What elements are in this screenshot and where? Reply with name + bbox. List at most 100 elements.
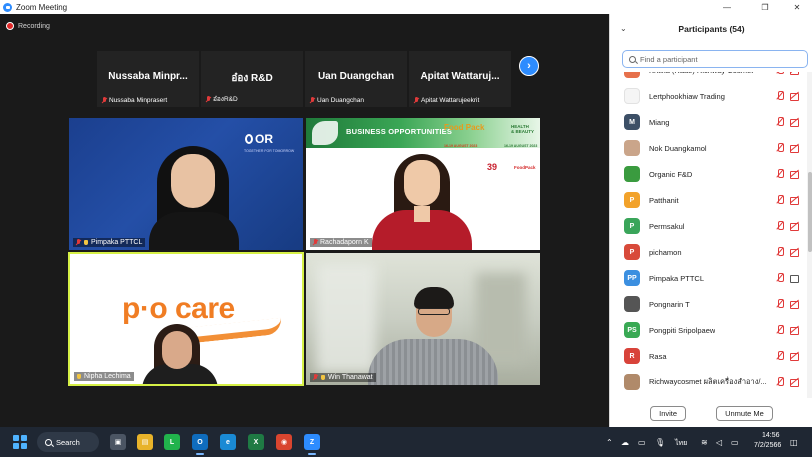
taskbar-app-task-view-icon[interactable]: ▣ xyxy=(110,434,126,450)
strip-display-name: Uan Duangchan xyxy=(317,71,395,82)
strip-tile[interactable]: Nussaba Minpr... Nussaba Minprasert xyxy=(97,51,199,107)
taskbar-search[interactable]: Search xyxy=(37,432,99,452)
microphone-icon[interactable]: 🎙 xyxy=(655,438,665,447)
strip-tile[interactable]: Uan Duangchan Uan Duangchan xyxy=(305,51,407,107)
participant-row[interactable]: M Miang xyxy=(610,110,807,134)
invite-button[interactable]: Invite xyxy=(650,405,687,421)
maximize-button[interactable]: ❐ xyxy=(750,0,780,14)
participant-row[interactable]: Pongnarin T xyxy=(610,292,807,316)
taskbar-app-excel-icon[interactable]: X xyxy=(248,434,264,450)
video-tile[interactable]: Win Thanawat xyxy=(306,253,540,385)
participant-row[interactable]: PP Pimpaka PTTCL xyxy=(610,266,807,290)
avatar: P xyxy=(624,192,640,208)
participant-row[interactable]: Ppichamon xyxy=(610,240,807,264)
battery-icon[interactable]: ▭ xyxy=(731,438,739,447)
participant-search[interactable] xyxy=(622,50,808,68)
camera-off-icon[interactable] xyxy=(790,248,800,257)
camera-off-icon[interactable] xyxy=(790,326,800,335)
search-input[interactable] xyxy=(640,54,800,64)
participant-video xyxy=(149,126,239,250)
taskbar-app-line-icon[interactable]: L xyxy=(164,434,180,450)
mic-muted-icon[interactable] xyxy=(775,325,784,335)
camera-off-icon[interactable] xyxy=(790,352,800,361)
windows-start-icon[interactable] xyxy=(13,435,27,449)
mic-muted-icon[interactable] xyxy=(775,169,784,179)
volume-icon[interactable]: ◁ xyxy=(716,438,722,447)
mic-muted-icon[interactable] xyxy=(775,351,784,361)
recording-indicator[interactable]: Recording xyxy=(6,22,50,30)
mic-muted-icon[interactable] xyxy=(775,221,784,231)
mic-muted-icon xyxy=(205,95,211,103)
cloud-icon[interactable]: ☁ xyxy=(621,438,629,447)
participant-row[interactable]: P Patthanit xyxy=(610,188,807,212)
participant-row[interactable]: Kritika (Raae) Richway Cosmet xyxy=(610,72,807,82)
notification-icon[interactable]: ◫ xyxy=(790,438,798,447)
participant-name: Rasa xyxy=(649,351,667,361)
avatar xyxy=(624,374,640,390)
camera-on-icon[interactable] xyxy=(790,274,800,283)
clock-date[interactable]: 7/2/2566 xyxy=(754,442,781,449)
taskbar-app-chrome-icon[interactable]: ◉ xyxy=(276,434,292,450)
close-button[interactable]: ✕ xyxy=(782,0,812,14)
next-page-button[interactable]: › xyxy=(519,56,539,76)
camera-off-icon[interactable] xyxy=(790,222,800,231)
chevron-up-icon[interactable]: ⌃ xyxy=(606,438,613,447)
brand-small-logo: FoodPack xyxy=(514,165,536,170)
camera-off-icon[interactable] xyxy=(790,300,800,309)
participant-row[interactable]: Nok Duangkamol xyxy=(610,136,807,160)
raised-hand-icon xyxy=(83,239,89,246)
video-tile[interactable]: BUSINESS OPPORTUNITIES Food Pack 16-19 A… xyxy=(306,118,540,250)
tile-name: Rachadaporn K xyxy=(320,239,369,246)
strip-name-label: อ๋องR&D xyxy=(205,94,238,104)
camera-off-icon[interactable] xyxy=(790,196,800,205)
mic-muted-icon[interactable] xyxy=(775,91,784,101)
participant-row[interactable]: Richwaycosmet ผลิตเครื่องสำอาง/... xyxy=(610,370,807,394)
panel-footer: Invite Unmute Me xyxy=(610,399,812,427)
mic-muted-icon[interactable] xyxy=(775,143,784,153)
taskbar-app-file-explorer-icon[interactable]: ▤ xyxy=(137,434,153,450)
participant-row[interactable]: R Rasa xyxy=(610,344,807,368)
video-tile-active-speaker[interactable]: p·o care Nipha Lechima xyxy=(68,252,304,386)
camera-off-icon[interactable] xyxy=(790,378,800,387)
camera-off-icon[interactable] xyxy=(790,72,800,75)
mic-muted-icon[interactable] xyxy=(775,247,784,257)
camera-off-icon[interactable] xyxy=(790,144,800,153)
mic-muted-icon[interactable] xyxy=(775,72,784,75)
participant-row[interactable]: P Permsakul xyxy=(610,214,807,238)
mic-muted-icon[interactable] xyxy=(775,117,784,127)
camera-off-icon[interactable] xyxy=(790,170,800,179)
minimize-button[interactable]: — xyxy=(712,0,742,14)
mic-muted-icon xyxy=(101,97,107,104)
taskbar-app-edge-icon[interactable]: e xyxy=(220,434,236,450)
strip-name: Uan Duangchan xyxy=(317,97,364,104)
camera-off-icon[interactable] xyxy=(790,92,800,101)
title-bar: Zoom Meeting — ❐ ✕ xyxy=(0,0,812,14)
camera-off-icon[interactable] xyxy=(790,118,800,127)
participant-list[interactable]: Kritika (Raae) Richway Cosmet Lertphookhi… xyxy=(610,72,807,398)
mic-muted-icon[interactable] xyxy=(775,195,784,205)
wifi-icon[interactable]: ≋ xyxy=(701,438,708,447)
unmute-me-button[interactable]: Unmute Me xyxy=(716,405,773,421)
mic-muted-icon xyxy=(312,239,318,246)
strip-tile[interactable]: Apitat Wattaruj... Apitat Wattarujeekrit xyxy=(409,51,511,107)
participant-row[interactable]: Organic F&D xyxy=(610,162,807,186)
avatar: PP xyxy=(624,270,640,286)
scrollbar-thumb[interactable] xyxy=(808,172,812,252)
clock-time[interactable]: 14:56 xyxy=(762,432,780,439)
mic-muted-icon[interactable] xyxy=(775,273,784,283)
participant-row[interactable]: Lertphookhiaw Trading xyxy=(610,84,807,108)
language-indicator[interactable]: ไทย xyxy=(675,438,687,449)
participant-scrollbar[interactable] xyxy=(807,72,812,398)
mic-muted-icon xyxy=(413,97,419,104)
taskbar-app-zoom-icon[interactable]: Z xyxy=(304,434,320,450)
avatar xyxy=(624,140,640,156)
mic-muted-icon[interactable] xyxy=(775,377,784,387)
search-icon xyxy=(629,55,636,63)
camera-icon[interactable]: ▭ xyxy=(638,438,646,447)
participant-name: Pimpaka PTTCL xyxy=(649,273,705,283)
participant-name: Richwaycosmet ผลิตเครื่องสำอาง/... xyxy=(649,377,767,386)
participant-row[interactable]: PS Pongpiti Sripolpaew xyxy=(610,318,807,342)
taskbar-app-outlook-icon[interactable]: O xyxy=(192,434,208,450)
mic-muted-icon[interactable] xyxy=(775,299,784,309)
strip-tile[interactable]: อ๋อง R&D อ๋องR&D xyxy=(201,51,303,107)
